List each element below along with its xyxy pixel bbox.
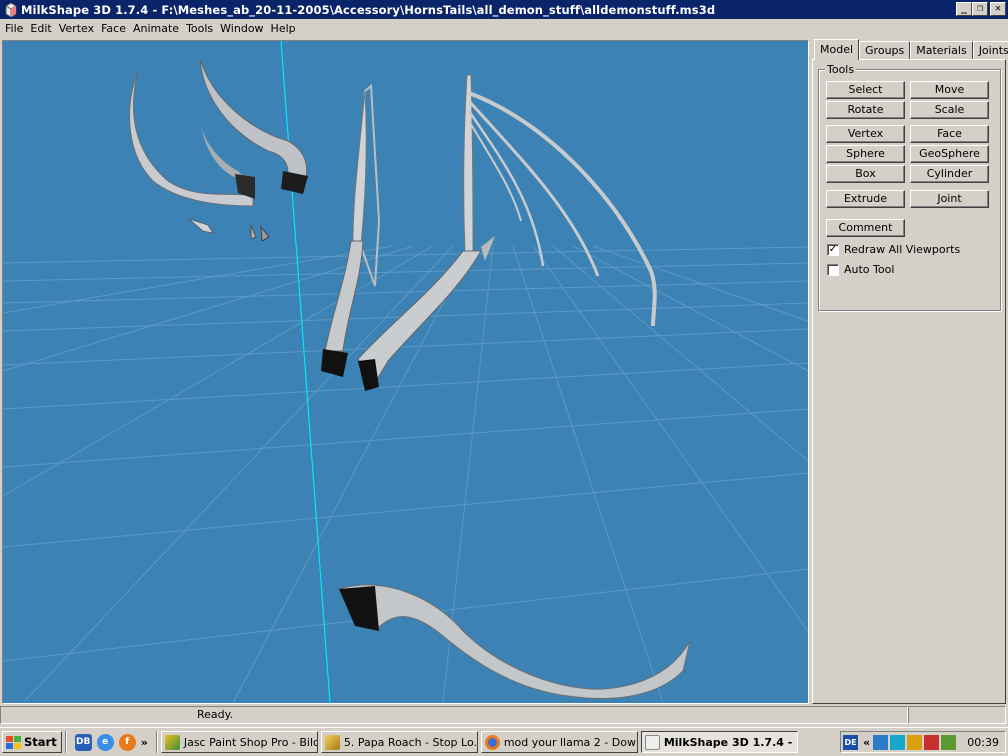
minimize-button[interactable]: _ xyxy=(956,2,972,16)
start-label: Start xyxy=(24,735,57,749)
title-bar[interactable]: MilkShape 3D 1.7.4 - F:\Meshes_ab_20-11-… xyxy=(0,0,1008,19)
start-button[interactable]: Start xyxy=(2,731,62,753)
taskbar-separator-2 xyxy=(155,731,158,753)
select-button[interactable]: Select xyxy=(826,81,905,99)
window-title: MilkShape 3D 1.7.4 - F:\Meshes_ab_20-11-… xyxy=(21,2,716,17)
quicklaunch-db-icon[interactable]: DB xyxy=(74,733,92,751)
3d-viewport[interactable] xyxy=(2,40,809,704)
task-label: MilkShape 3D 1.7.4 - F... xyxy=(663,735,797,749)
task-label: 5. Papa Roach - Stop Lo... xyxy=(343,735,478,749)
tools-group-label: Tools xyxy=(825,63,857,76)
move-button[interactable]: Move xyxy=(910,81,989,99)
task-label: Jasc Paint Shop Pro - Bild... xyxy=(183,735,318,749)
firefox-icon xyxy=(484,734,500,750)
joint-button[interactable]: Joint xyxy=(910,190,989,208)
milkshape-app-icon xyxy=(5,2,17,17)
tab-groups[interactable]: Groups xyxy=(859,41,911,60)
status-empty-pane xyxy=(908,706,1006,724)
task-paint-shop-pro[interactable]: Jasc Paint Shop Pro - Bild... xyxy=(160,731,318,753)
paint-shop-pro-icon xyxy=(164,734,180,750)
menu-edit[interactable]: Edit xyxy=(27,22,54,35)
auto-tool-checkbox[interactable] xyxy=(827,263,839,276)
comment-button[interactable]: Comment xyxy=(826,219,905,237)
tools-groupbox: Tools Select Move Rotate Scale Vertex Fa… xyxy=(818,63,1001,311)
side-panel: Model Groups Materials Joints Tools Sele… xyxy=(812,37,1008,704)
tray-app-icon[interactable] xyxy=(907,734,923,750)
auto-tool-label: Auto Tool xyxy=(844,263,895,276)
scale-button[interactable]: Scale xyxy=(910,101,989,119)
redraw-all-viewports-option[interactable]: ✓ Redraw All Viewports xyxy=(827,243,960,256)
language-indicator[interactable]: DE xyxy=(843,734,858,750)
status-text: Ready. xyxy=(197,708,234,721)
geosphere-button[interactable]: GeoSphere xyxy=(910,145,989,163)
vertex-button[interactable]: Vertex xyxy=(826,125,905,143)
tab-joints[interactable]: Joints xyxy=(972,41,1008,60)
redraw-checkbox[interactable]: ✓ xyxy=(827,243,839,256)
menu-file[interactable]: File xyxy=(2,22,26,35)
task-milkshape[interactable]: MilkShape 3D 1.7.4 - F... xyxy=(640,731,798,753)
menu-animate[interactable]: Animate xyxy=(130,22,182,35)
tab-model[interactable]: Model xyxy=(814,39,860,60)
task-papa-roach[interactable]: 5. Papa Roach - Stop Lo... xyxy=(320,731,478,753)
system-tray: DE « 00:39 xyxy=(840,731,1006,753)
menu-tools[interactable]: Tools xyxy=(183,22,216,35)
volume-icon[interactable] xyxy=(941,734,957,750)
tab-materials[interactable]: Materials xyxy=(910,41,973,60)
restore-button[interactable]: ❐ xyxy=(972,2,988,16)
viewport-canvas[interactable] xyxy=(3,41,808,703)
menu-help[interactable]: Help xyxy=(268,22,299,35)
windows-flag-icon xyxy=(6,735,21,749)
menu-window[interactable]: Window xyxy=(217,22,266,35)
clock[interactable]: 00:39 xyxy=(967,736,999,749)
quicklaunch-firefox-icon[interactable]: f xyxy=(118,733,136,751)
status-bar: Ready. xyxy=(0,705,1008,725)
sphere-button[interactable]: Sphere xyxy=(826,145,905,163)
tray-chevron[interactable]: « xyxy=(863,736,870,749)
milkshape-task-icon xyxy=(644,734,660,750)
extrude-button[interactable]: Extrude xyxy=(826,190,905,208)
menu-bar: File Edit Vertex Face Animate Tools Wind… xyxy=(0,19,1008,37)
cylinder-button[interactable]: Cylinder xyxy=(910,165,989,183)
task-mod-your-llama[interactable]: mod your llama 2 - Downl... xyxy=(480,731,638,753)
window-controls: _ ❐ ✕ xyxy=(956,2,1006,16)
quicklaunch-ie-icon[interactable]: e xyxy=(96,733,114,751)
close-button[interactable]: ✕ xyxy=(990,2,1006,16)
box-button[interactable]: Box xyxy=(826,165,905,183)
tray-alert-icon[interactable] xyxy=(924,734,940,750)
rotate-button[interactable]: Rotate xyxy=(826,101,905,119)
menu-face[interactable]: Face xyxy=(98,22,129,35)
quicklaunch-chevron[interactable]: » xyxy=(141,736,148,749)
menu-vertex[interactable]: Vertex xyxy=(56,22,97,35)
taskbar: Start DB e f » Jasc Paint Shop Pro - Bil… xyxy=(0,727,1008,756)
model-tab-page: Tools Select Move Rotate Scale Vertex Fa… xyxy=(812,59,1006,704)
winamp-icon xyxy=(324,734,340,750)
taskbar-separator xyxy=(64,731,67,753)
task-label: mod your llama 2 - Downl... xyxy=(503,735,637,749)
network-icon[interactable] xyxy=(873,734,889,750)
media-icon[interactable] xyxy=(890,734,906,750)
panel-tabs: Model Groups Materials Joints xyxy=(814,39,1008,60)
auto-tool-option[interactable]: Auto Tool xyxy=(827,263,894,276)
status-text-pane: Ready. xyxy=(0,706,908,724)
redraw-label: Redraw All Viewports xyxy=(844,243,961,256)
face-button[interactable]: Face xyxy=(910,125,989,143)
